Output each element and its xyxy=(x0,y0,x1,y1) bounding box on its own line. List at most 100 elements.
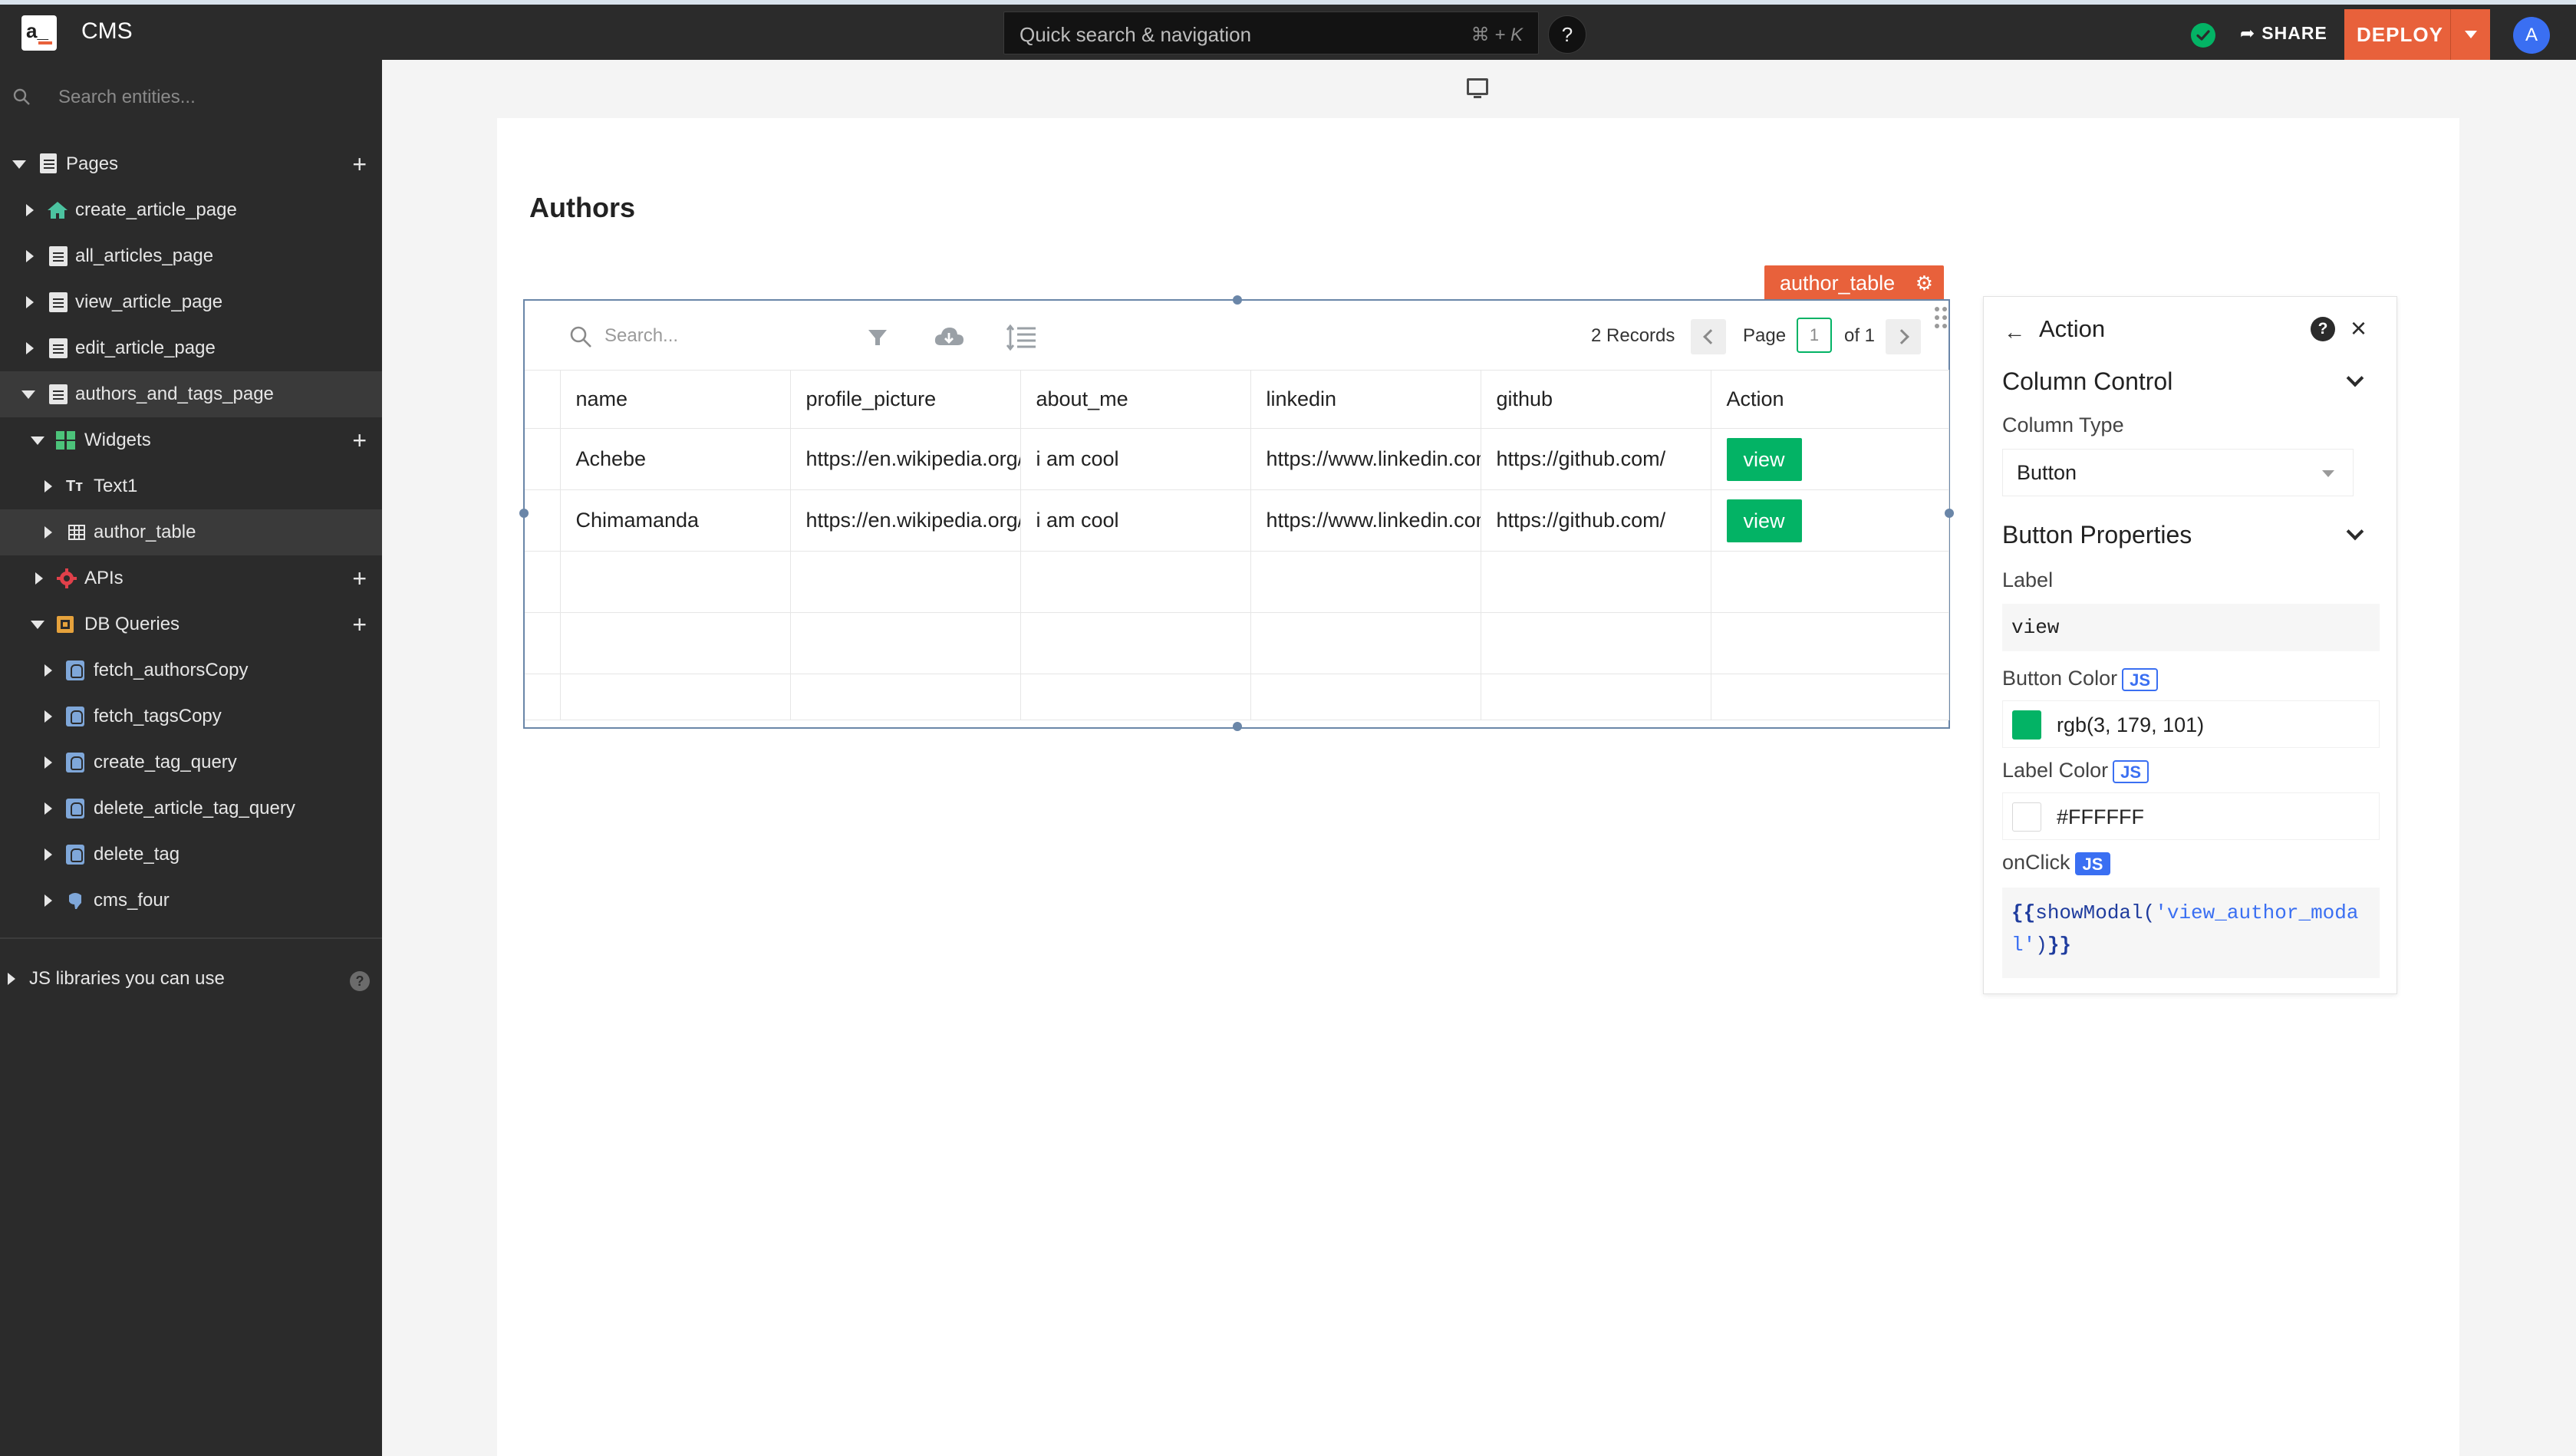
db-queries-group[interactable]: DB Queries + xyxy=(0,601,382,647)
chevron-right-icon[interactable] xyxy=(44,710,52,723)
chevron-right-icon[interactable] xyxy=(26,250,34,262)
add-query-button[interactable]: + xyxy=(352,601,367,647)
chevron-right-icon[interactable] xyxy=(44,848,52,861)
chevron-right-icon[interactable] xyxy=(26,342,34,354)
table-cell[interactable]: https://en.wikipedia.org/ xyxy=(790,489,1021,552)
button-label-input[interactable]: view xyxy=(2002,604,2380,651)
chevron-down-icon[interactable] xyxy=(2346,522,2364,541)
chevron-right-icon[interactable] xyxy=(8,973,15,985)
app-title[interactable]: CMS xyxy=(81,18,133,44)
js-toggle-button[interactable]: JS xyxy=(2122,667,2159,691)
help-icon[interactable]: ? xyxy=(350,971,370,991)
help-button[interactable]: ? xyxy=(1548,15,1586,54)
view-button[interactable]: view xyxy=(1726,499,1802,542)
table-cell[interactable]: https://github.com/ xyxy=(1481,428,1711,490)
table-cell[interactable]: https://www.linkedin.com/ xyxy=(1250,489,1481,552)
table-search-input[interactable] xyxy=(604,322,804,350)
table-cell[interactable]: https://www.linkedin.com/ xyxy=(1250,428,1481,490)
add-widget-button[interactable]: + xyxy=(352,417,367,463)
sidebar-item-delete-tag[interactable]: delete_tag xyxy=(0,832,382,878)
table-cell[interactable]: Achebe xyxy=(560,428,791,490)
user-avatar[interactable]: A xyxy=(2513,17,2550,54)
column-type-select[interactable]: Button xyxy=(2002,449,2354,496)
sidebar-item-all-articles-page[interactable]: all_articles_page xyxy=(0,233,382,279)
chevron-right-icon[interactable] xyxy=(44,526,52,539)
label-color-input[interactable]: #FFFFFF xyxy=(2002,792,2380,840)
column-header-profile-picture[interactable]: profile_picture xyxy=(790,370,1021,429)
chevron-down-icon[interactable] xyxy=(2346,369,2364,387)
page-number-input[interactable]: 1 xyxy=(1797,318,1832,353)
chevron-right-icon[interactable] xyxy=(26,296,34,308)
button-properties-section-title[interactable]: Button Properties xyxy=(2002,521,2192,549)
button-color-input[interactable]: rgb(3, 179, 101) xyxy=(2002,700,2380,748)
column-header-action[interactable]: Action xyxy=(1711,370,1949,429)
sidebar-item-authors-and-tags-page[interactable]: authors_and_tags_page xyxy=(0,371,382,417)
chevron-right-icon[interactable] xyxy=(44,894,52,907)
gear-icon[interactable]: ⚙ xyxy=(1916,265,1933,301)
sidebar-item-create-article-page[interactable]: create_article_page xyxy=(0,187,382,233)
js-toggle-button[interactable]: JS xyxy=(2074,852,2111,875)
sidebar-item-edit-article-page[interactable]: edit_article_page xyxy=(0,325,382,371)
page-heading-text-widget[interactable]: Authors xyxy=(529,192,635,224)
table-cell[interactable]: i am cool xyxy=(1020,428,1251,490)
sidebar-item-fetch-tagscopy[interactable]: fetch_tagsCopy xyxy=(0,693,382,740)
drag-handle-icon[interactable] xyxy=(1935,307,1950,331)
table-cell[interactable]: https://github.com/ xyxy=(1481,489,1711,552)
chevron-down-icon[interactable] xyxy=(21,390,35,399)
resize-handle-right[interactable] xyxy=(1945,509,1954,518)
resize-handle-bottom[interactable] xyxy=(1233,722,1242,731)
desktop-preview-icon[interactable] xyxy=(1467,78,1488,98)
sidebar-item-author-table[interactable]: author_table xyxy=(0,509,382,555)
resize-handle-top[interactable] xyxy=(1233,295,1242,305)
quick-search-bar[interactable]: Quick search & navigation ⌘ + K xyxy=(1003,12,1539,54)
chevron-right-icon[interactable] xyxy=(35,572,43,585)
next-page-button[interactable] xyxy=(1886,319,1921,354)
view-button[interactable]: view xyxy=(1726,437,1802,481)
table-cell[interactable]: i am cool xyxy=(1020,489,1251,552)
table-cell[interactable]: Chimamanda xyxy=(560,489,791,552)
sidebar-item-text1[interactable]: Tт Text1 xyxy=(0,463,382,509)
js-libraries-section[interactable]: JS libraries you can use ? xyxy=(0,956,382,1002)
pages-group[interactable]: Pages + xyxy=(0,141,382,187)
previous-page-button[interactable] xyxy=(1691,319,1726,354)
filter-icon[interactable] xyxy=(867,327,888,348)
widgets-group[interactable]: Widgets + xyxy=(0,417,382,463)
label-color-swatch[interactable] xyxy=(2012,802,2041,832)
back-arrow-icon[interactable]: ← xyxy=(2004,320,2025,344)
resize-handle-left[interactable] xyxy=(519,509,529,518)
author-table-widget[interactable]: 2 Records Page 1 of 1 name profile_pictu… xyxy=(519,295,1954,731)
table-cell[interactable]: https://en.wikipedia.org/ xyxy=(790,428,1021,490)
chevron-right-icon[interactable] xyxy=(44,756,52,769)
row-height-icon[interactable] xyxy=(1005,324,1037,351)
apis-group[interactable]: APIs + xyxy=(0,555,382,601)
add-api-button[interactable]: + xyxy=(352,555,367,601)
sidebar-item-fetch-authorscopy[interactable]: fetch_authorsCopy xyxy=(0,647,382,693)
deploy-button[interactable]: DEPLOY xyxy=(2344,9,2490,60)
chevron-down-icon[interactable] xyxy=(31,436,44,445)
widget-name-tag[interactable]: author_table ⚙ xyxy=(1764,265,1944,301)
share-button[interactable]: ➦ SHARE xyxy=(2240,23,2327,44)
table-row[interactable]: Chimamanda https://en.wikipedia.org/ i a… xyxy=(525,489,1949,552)
close-icon[interactable]: × xyxy=(2350,312,2367,344)
add-page-button[interactable]: + xyxy=(352,141,367,187)
button-color-swatch[interactable] xyxy=(2012,710,2041,740)
chevron-down-icon[interactable] xyxy=(31,621,44,629)
download-icon[interactable] xyxy=(933,325,965,350)
chevron-down-icon[interactable] xyxy=(12,160,26,169)
onclick-code-editor[interactable]: {{showModal('view_author_modal')}} xyxy=(2002,888,2380,978)
chevron-right-icon[interactable] xyxy=(44,480,52,492)
chevron-right-icon[interactable] xyxy=(44,664,52,677)
sidebar-item-view-article-page[interactable]: view_article_page xyxy=(0,279,382,325)
column-header-github[interactable]: github xyxy=(1481,370,1711,429)
column-header-linkedin[interactable]: linkedin xyxy=(1250,370,1481,429)
entity-search-input[interactable] xyxy=(58,84,365,110)
deploy-options-chevron-down-icon[interactable] xyxy=(2450,9,2490,60)
column-header-about-me[interactable]: about_me xyxy=(1020,370,1251,429)
chevron-right-icon[interactable] xyxy=(44,802,52,815)
sidebar-item-create-tag-query[interactable]: create_tag_query xyxy=(0,740,382,786)
js-toggle-button[interactable]: JS xyxy=(2113,759,2149,783)
app-logo[interactable]: a_ xyxy=(21,15,57,51)
table-row[interactable]: Achebe https://en.wikipedia.org/ i am co… xyxy=(525,428,1949,490)
help-icon[interactable]: ? xyxy=(2311,317,2335,341)
column-header-name[interactable]: name xyxy=(560,370,791,429)
